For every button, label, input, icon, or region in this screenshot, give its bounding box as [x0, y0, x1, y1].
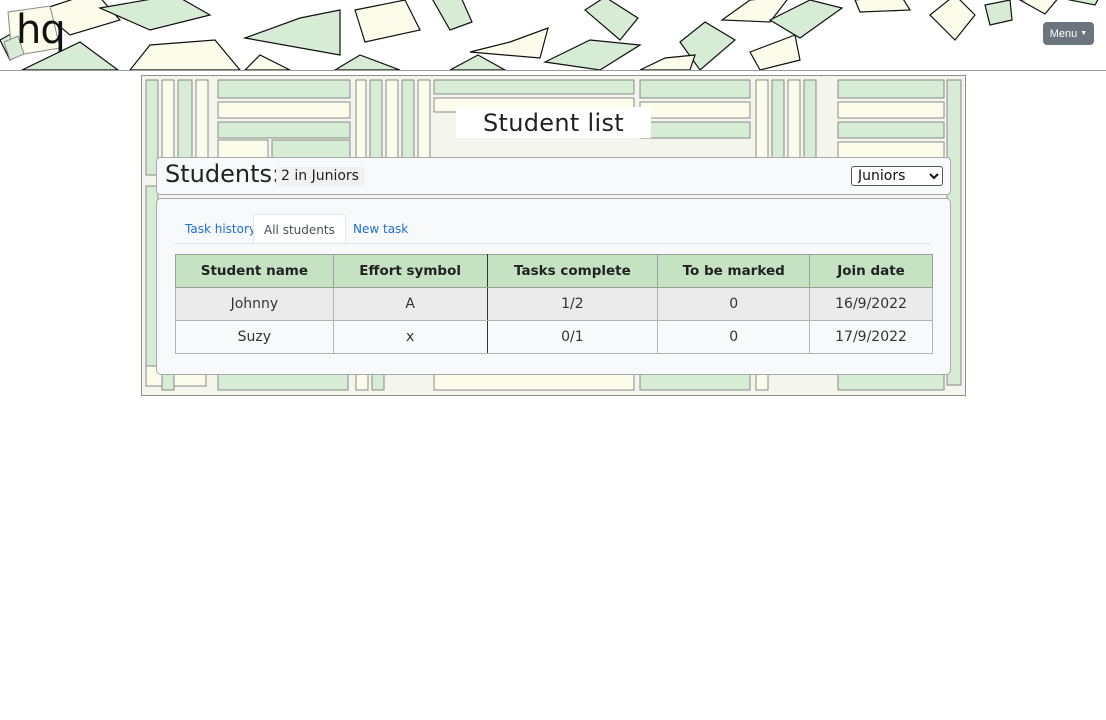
student-name-cell[interactable]: Johnny: [175, 287, 334, 321]
table-header-row: Student name Effort symbol Tasks complet…: [175, 254, 933, 288]
tab-all-students[interactable]: All students: [253, 214, 346, 243]
page-title-box: Student list: [456, 107, 651, 138]
students-table: Student name Effort symbol Tasks complet…: [175, 254, 933, 354]
logo-text: hq: [16, 7, 66, 53]
menu-button-label: Menu: [1049, 27, 1078, 40]
group-select[interactable]: Juniors: [851, 166, 943, 186]
logo[interactable]: hq: [3, 2, 66, 61]
effort-symbol-cell: A: [332, 287, 488, 321]
menu-button[interactable]: Menu ▼: [1043, 22, 1094, 45]
join-date-cell: 16/9/2022: [809, 287, 933, 321]
students-summary-bar: Students: 2 in Juniors Juniors: [156, 157, 951, 195]
students-heading: Students:: [165, 160, 281, 188]
to-be-marked-cell: 0: [657, 287, 811, 321]
tab-new-task[interactable]: New task: [343, 214, 418, 243]
effort-symbol-cell: x: [332, 320, 488, 354]
column-header-join-date[interactable]: Join date: [809, 254, 933, 288]
column-header-tasks-complete[interactable]: Tasks complete: [486, 254, 659, 288]
column-header-to-be-marked[interactable]: To be marked: [657, 254, 811, 288]
column-header-student-name[interactable]: Student name: [175, 254, 334, 288]
column-header-effort-symbol[interactable]: Effort symbol: [332, 254, 488, 288]
tab-bar: Task history All students New task: [175, 214, 931, 244]
table-row[interactable]: Suzy x 0/1 0 17/9/2022: [175, 320, 933, 354]
students-card: Task history All students New task Stude…: [156, 198, 951, 375]
join-date-cell: 17/9/2022: [809, 320, 933, 354]
student-name-cell[interactable]: Suzy: [175, 320, 334, 354]
flying-papers-decoration: [0, 0, 1099, 70]
tasks-complete-cell: 1/2: [486, 287, 659, 321]
site-header: hq Menu ▼: [0, 0, 1106, 71]
table-row[interactable]: Johnny A 1/2 0 16/9/2022: [175, 287, 933, 321]
caret-down-icon: ▼: [1080, 30, 1088, 37]
tasks-complete-cell: 0/1: [486, 320, 659, 354]
page-title: Student list: [483, 108, 624, 137]
student-count-badge: 2 in Juniors: [276, 167, 365, 186]
student-list-panel: Student list Students: 2 in Juniors Juni…: [141, 75, 966, 396]
to-be-marked-cell: 0: [657, 320, 811, 354]
